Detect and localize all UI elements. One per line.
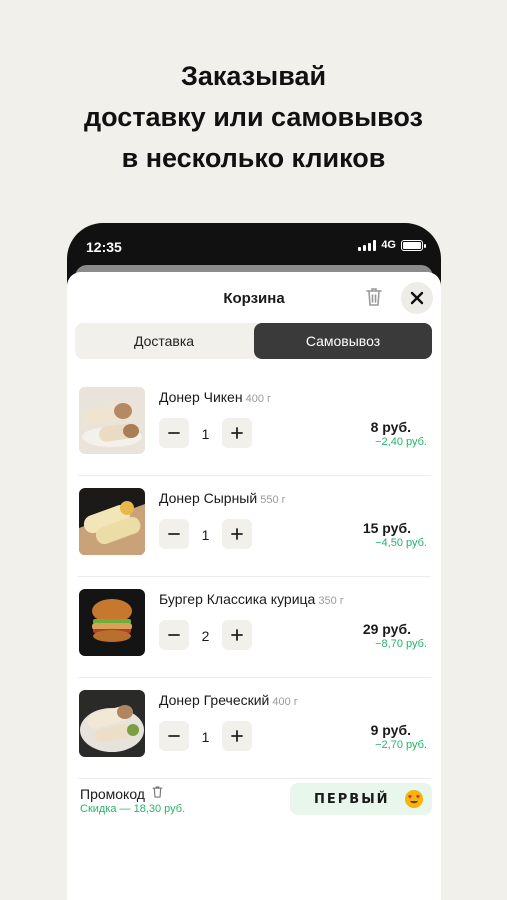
item-name: Бургер Классика курица — [159, 591, 316, 607]
cart-item: Донер Сырный 550 г 1 15 руб. −4,50 руб. — [67, 476, 441, 577]
promo-label: Промокод — [80, 785, 145, 802]
plus-icon — [231, 528, 243, 540]
headline-line-1: Заказывай — [180, 61, 327, 91]
minus-icon — [168, 735, 180, 737]
decrease-qty-button[interactable] — [159, 721, 189, 751]
item-weight: 550 г — [260, 494, 286, 506]
item-name: Донер Сырный — [159, 490, 258, 506]
close-button[interactable] — [401, 282, 433, 314]
item-discount: −8,70 руб. — [375, 638, 427, 650]
signal-icon — [358, 239, 377, 251]
tab-delivery[interactable]: Доставка — [75, 323, 253, 359]
network-type: 4G — [381, 239, 396, 251]
trash-icon — [366, 288, 382, 306]
increase-qty-button[interactable] — [222, 519, 252, 549]
item-price: 8 руб. — [370, 419, 411, 435]
plus-icon — [231, 730, 243, 742]
phone-frame: 12:35 4G Корзина Доставка Самовывоз Доне… — [67, 223, 441, 900]
divider — [78, 778, 431, 779]
status-bar: 12:35 4G — [67, 223, 441, 265]
clear-cart-button[interactable] — [364, 286, 384, 308]
order-type-tabs: Доставка Самовывоз — [75, 323, 432, 359]
promo-section: Промокод — [80, 785, 164, 802]
plus-icon — [231, 629, 243, 641]
item-name: Донер Чикен — [159, 389, 243, 405]
item-discount: −4,50 руб. — [375, 537, 427, 549]
tab-pickup[interactable]: Самовывоз — [254, 323, 432, 359]
headline-line-2: доставку или самовывоз — [84, 102, 423, 132]
item-quantity: 1 — [201, 527, 210, 543]
increase-qty-button[interactable] — [222, 620, 252, 650]
product-image — [79, 488, 145, 555]
item-quantity: 1 — [201, 729, 210, 745]
remove-promo-button[interactable] — [151, 785, 164, 802]
item-quantity: 2 — [201, 628, 210, 644]
product-image — [79, 690, 145, 757]
item-quantity: 1 — [201, 426, 210, 442]
decrease-qty-button[interactable] — [159, 519, 189, 549]
promo-code-badge[interactable]: ПЕРВЫЙ — [290, 783, 432, 815]
item-price: 9 руб. — [370, 722, 411, 738]
minus-icon — [168, 634, 180, 636]
item-weight: 400 г — [272, 696, 298, 708]
cart-item: Бургер Классика курица 350 г 2 29 руб. −8… — [67, 577, 441, 678]
trash-icon — [152, 786, 163, 798]
promo-code: ПЕРВЫЙ — [314, 791, 390, 807]
promo-discount: Скидка — 18,30 руб. — [80, 803, 186, 815]
cart-sheet: Корзина Доставка Самовывоз Донер Чикен 4… — [67, 272, 441, 900]
status-time: 12:35 — [86, 239, 122, 255]
item-discount: −2,70 руб. — [375, 739, 427, 751]
item-weight: 350 г — [318, 595, 344, 607]
item-price: 15 руб. — [362, 520, 411, 536]
product-image — [79, 589, 145, 656]
close-icon — [410, 291, 424, 305]
promo-headline: Заказывай доставку или самовывоз в неско… — [0, 56, 507, 179]
item-discount: −2,40 руб. — [375, 436, 427, 448]
heart-eyes-emoji-icon — [405, 790, 423, 808]
minus-icon — [168, 432, 180, 434]
item-name: Донер Греческий — [159, 692, 270, 708]
item-weight: 400 г — [245, 393, 271, 405]
plus-icon — [231, 427, 243, 439]
headline-line-3: в несколько кликов — [121, 143, 386, 173]
battery-icon — [401, 239, 426, 251]
increase-qty-button[interactable] — [222, 721, 252, 751]
item-price: 29 руб. — [362, 621, 411, 637]
decrease-qty-button[interactable] — [159, 620, 189, 650]
increase-qty-button[interactable] — [222, 418, 252, 448]
cart-title: Корзина — [223, 290, 285, 307]
decrease-qty-button[interactable] — [159, 418, 189, 448]
product-image — [79, 387, 145, 454]
cart-item: Донер Чикен 400 г 1 8 руб. −2,40 руб. — [67, 375, 441, 476]
minus-icon — [168, 533, 180, 535]
cart-item: Донер Греческий 400 г 1 9 руб. −2,70 руб. — [67, 678, 441, 779]
